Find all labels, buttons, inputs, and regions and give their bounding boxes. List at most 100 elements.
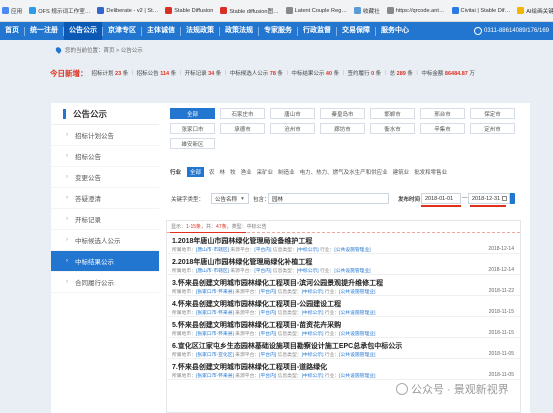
nav-item[interactable]: 首页 bbox=[0, 22, 24, 40]
meta-label: 信息类型： bbox=[276, 374, 302, 379]
region-option[interactable]: 邢台市 bbox=[420, 108, 465, 119]
result-title-link[interactable]: 2.2018年唐山市园林绿化管理局绿化补植工程 bbox=[172, 257, 312, 267]
annotation-underline bbox=[470, 205, 506, 207]
nav-item[interactable]: 京津专区 bbox=[103, 22, 141, 40]
phone-icon bbox=[474, 27, 483, 35]
industry-option[interactable]: 林 bbox=[220, 168, 226, 176]
breadcrumb-text: 您的当前位置：首页 > 公告公示 bbox=[65, 48, 143, 54]
meta-label: 行业： bbox=[318, 269, 335, 274]
sidebar-item[interactable]: › 招标公告 bbox=[51, 146, 159, 167]
date-to-input[interactable]: 2018-12-31 bbox=[468, 193, 511, 204]
nav-item[interactable]: 服务中心 bbox=[376, 22, 414, 40]
sidebar-title: 公告公示 bbox=[51, 103, 159, 125]
region-option[interactable]: 保定市 bbox=[470, 108, 515, 119]
industry-option[interactable]: 建筑业 bbox=[393, 168, 410, 176]
bookmark-item[interactable]: AI绘画关键词大全… bbox=[517, 7, 553, 15]
bookmark-item[interactable]: Stable diffusion图… bbox=[220, 7, 279, 15]
region-option[interactable]: 唐山市 bbox=[270, 108, 315, 119]
region-option[interactable]: 衡水市 bbox=[370, 123, 415, 134]
sidebar-item[interactable]: › 招标计划公告 bbox=[51, 125, 159, 146]
meta-type: [中标公示] bbox=[296, 269, 319, 274]
sidebar-item[interactable]: › 变更公告 bbox=[51, 167, 159, 188]
industry-option[interactable]: 牧 bbox=[230, 168, 236, 176]
result-title-link[interactable]: 3.怀来县创建文明城市园林绿化工程项目-滨河公园景观提升维修工程 bbox=[172, 278, 383, 288]
result-date: 2018-12-14 bbox=[488, 246, 514, 252]
watermark: 公众号 · 景观新视界 bbox=[396, 381, 509, 397]
bookmark-item[interactable]: 收藏社 bbox=[353, 7, 380, 15]
meta-label: 所属地市： bbox=[172, 332, 196, 337]
meta-label: 来源平台： bbox=[233, 374, 260, 379]
industry-option[interactable]: 制造业 bbox=[278, 168, 295, 176]
stat-value: 114 bbox=[160, 71, 170, 77]
bookmark-label: Latent Couple Reg… bbox=[294, 7, 347, 14]
meta-industry: [公共设施管理业] bbox=[339, 332, 376, 337]
region-option[interactable]: 辛集市 bbox=[420, 123, 465, 134]
stat-label: 中标结果公示 bbox=[291, 71, 325, 77]
industry-option[interactable]: 采矿业 bbox=[257, 168, 274, 176]
nav-item[interactable]: 主体诚信 bbox=[142, 22, 180, 40]
industry-option[interactable]: 批发和零售业 bbox=[414, 168, 447, 176]
result-date: 2018-11-05 bbox=[488, 351, 514, 357]
region-option[interactable]: 全部 bbox=[170, 108, 215, 119]
sidebar-item[interactable]: › 中标结果公示 bbox=[51, 251, 165, 272]
sidebar-item[interactable]: › 开标记录 bbox=[51, 209, 159, 230]
sidebar-item[interactable]: › 中标候选人公示 bbox=[51, 230, 159, 251]
bookmark-item[interactable]: 应用 bbox=[2, 7, 22, 15]
result-title-link[interactable]: 6.宣化区江家屯乡生态园林基础设施项目勘察设计施工EPC总承包中标公示 bbox=[172, 341, 402, 351]
bookmark-item[interactable]: Deliberate - v2 | St… bbox=[97, 7, 158, 14]
meta-label: 所属地市： bbox=[172, 374, 196, 379]
stat-item: 中标结果公示 40 条 bbox=[291, 69, 339, 77]
industry-option[interactable]: 全部 bbox=[187, 167, 205, 177]
meta-type: [中标公示] bbox=[301, 311, 324, 316]
bookmark-item[interactable]: https://qrcode.ant… bbox=[386, 7, 445, 14]
sidebar-item-label: 中标候选人公示 bbox=[75, 238, 121, 245]
chevron-right-icon: › bbox=[66, 174, 68, 180]
date-from-input[interactable]: 2018-01-01 bbox=[421, 193, 461, 204]
bookmark-label: OFS 规示词工作室… bbox=[38, 8, 91, 15]
industry-option[interactable]: 渔业 bbox=[241, 168, 252, 176]
region-option[interactable]: 张家口市 bbox=[170, 123, 215, 134]
bookmark-item[interactable]: OFS 规示词工作室… bbox=[29, 7, 90, 15]
bookmark-label: 应用 bbox=[11, 8, 23, 15]
nav-item[interactable]: 法规政策 bbox=[181, 22, 219, 40]
stat-item: 开标记录 34 条 bbox=[185, 69, 222, 77]
nav-item[interactable]: 专家服务 bbox=[259, 22, 297, 40]
result-title-link[interactable]: 4.怀来县创建文明城市园林绿化工程项目-公园建设工程 bbox=[172, 299, 341, 309]
sidebar-item[interactable]: › 合同履行公示 bbox=[51, 272, 159, 293]
industry-option[interactable]: 电力、热力、燃气及水生产和供应业 bbox=[300, 168, 388, 176]
keyword-input[interactable]: 园林 bbox=[268, 193, 389, 204]
date-to-value: 2018-12-31 bbox=[472, 195, 501, 202]
region-option[interactable]: 石家庄市 bbox=[220, 108, 265, 119]
region-option[interactable]: 廊坊市 bbox=[320, 123, 365, 134]
region-option[interactable]: 定州市 bbox=[470, 123, 515, 134]
nav-item[interactable]: 公告公示 bbox=[64, 22, 102, 40]
nav-item[interactable]: 政策法规 bbox=[220, 22, 258, 40]
result-title-link[interactable]: 5.怀来县创建文明城市园林绿化工程项目-苗资花卉采购 bbox=[172, 320, 341, 330]
result-title-link[interactable]: 7.怀来县创建文明城市园林绿化工程项目-道路绿化 bbox=[172, 362, 327, 372]
sidebar-item[interactable]: › 答疑澄清 bbox=[51, 188, 159, 209]
nav-item[interactable]: 统一注册 bbox=[25, 22, 63, 40]
region-option[interactable]: 秦皇岛市 bbox=[320, 108, 365, 119]
result-date: 2018-11-22 bbox=[488, 288, 514, 294]
region-option[interactable]: 邯郸市 bbox=[370, 108, 415, 119]
keyword-type-value: 公告名称 bbox=[215, 196, 238, 203]
stat-value: 23 bbox=[115, 71, 122, 77]
bookmark-icon bbox=[517, 7, 525, 14]
bookmark-item[interactable]: Civitai | Stable Dif… bbox=[451, 7, 510, 14]
industry-option[interactable]: 农 bbox=[209, 168, 215, 176]
bookmark-item[interactable]: Stable Diffusion bbox=[165, 7, 213, 14]
meta-industry: [公共设施管理业] bbox=[339, 374, 376, 379]
region-option[interactable]: 承德市 bbox=[220, 123, 265, 134]
hotline-number: 0311-88614089/176/169 bbox=[484, 28, 549, 34]
region-option[interactable]: 雄安新区 bbox=[170, 138, 215, 149]
nav-item[interactable]: 行政监督 bbox=[298, 22, 336, 40]
meta-label: 信息类型： bbox=[276, 332, 302, 337]
stat-divider: | bbox=[224, 70, 227, 76]
stat-label: 开标记录 bbox=[184, 71, 207, 77]
nav-item[interactable]: 交易保障 bbox=[337, 22, 375, 40]
result-title-link[interactable]: 1.2018年唐山市园林绿化管理局设备维护工程 bbox=[172, 236, 312, 246]
bookmark-item[interactable]: Latent Couple Reg… bbox=[285, 7, 347, 14]
region-option[interactable]: 沧州市 bbox=[270, 123, 315, 134]
date-separator: — bbox=[462, 195, 468, 201]
keyword-type-select[interactable]: 公告名称 ▼ bbox=[211, 193, 249, 204]
